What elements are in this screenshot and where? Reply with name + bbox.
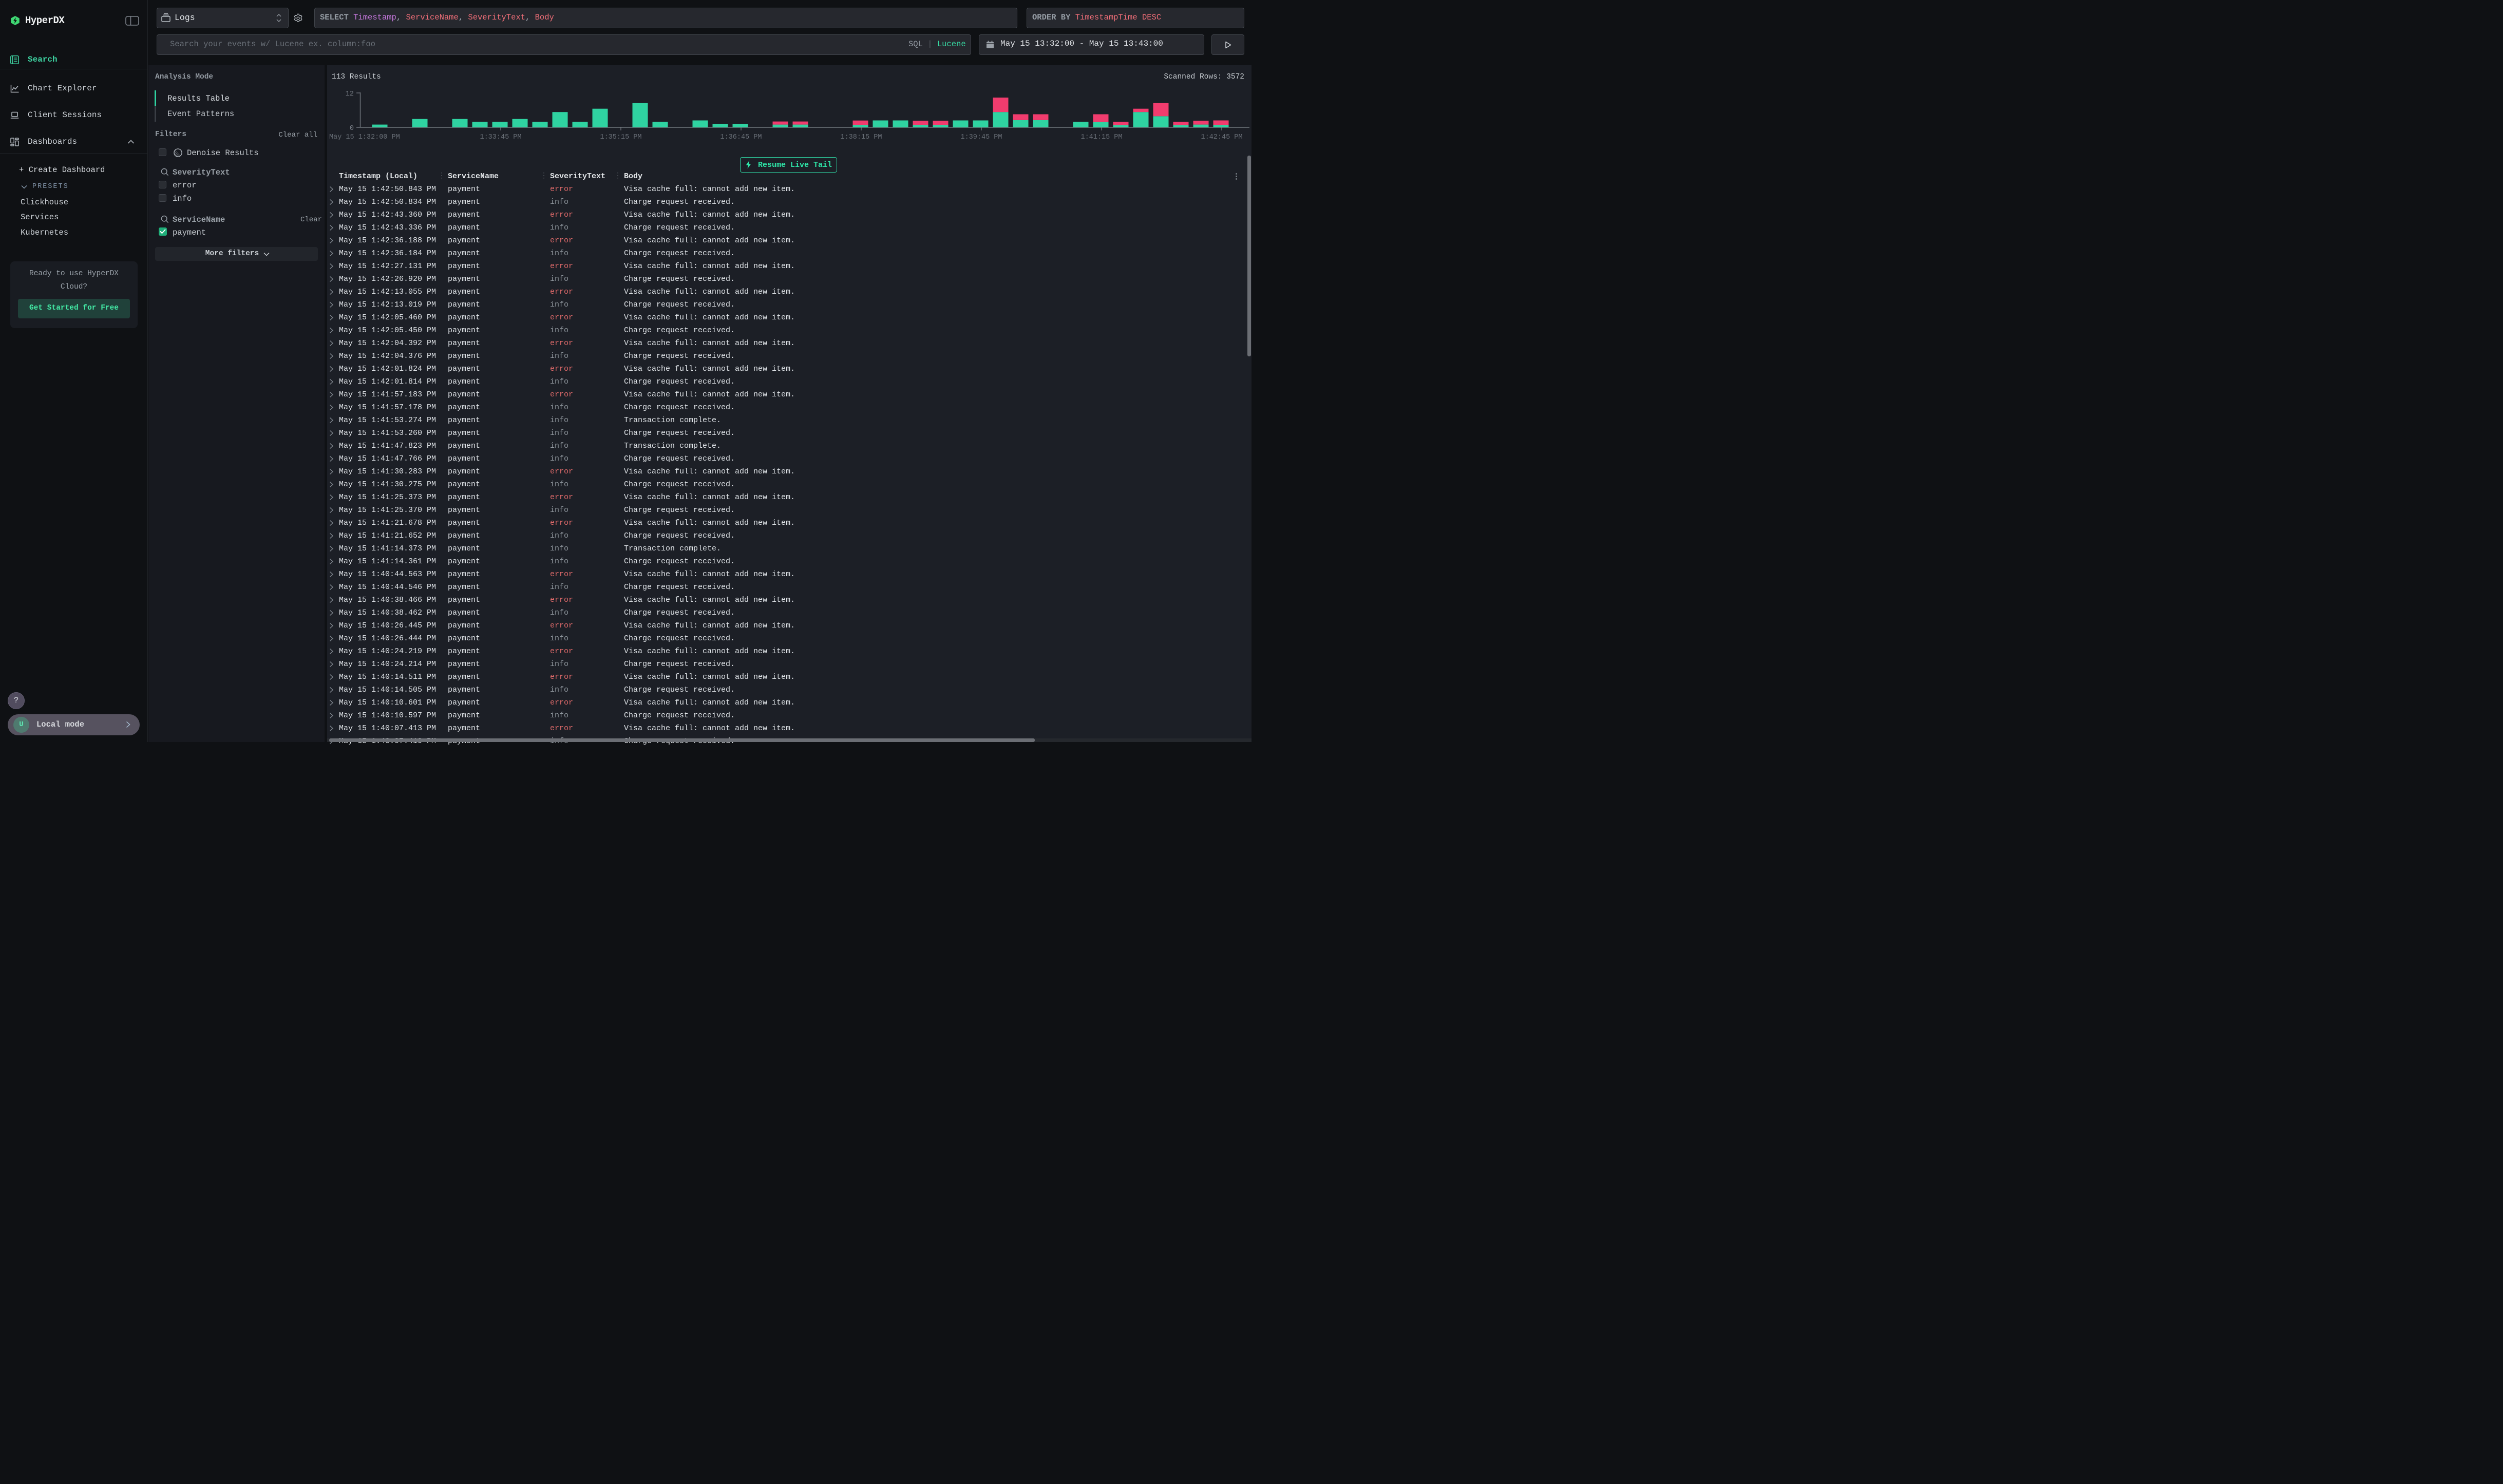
svg-text:1:33:45 PM: 1:33:45 PM — [480, 134, 521, 141]
svg-text:1:42:45 PM: 1:42:45 PM — [1201, 134, 1242, 141]
svg-text:May 15 1:32:00 PM: May 15 1:32:00 PM — [329, 134, 400, 141]
svg-text:12: 12 — [346, 90, 354, 98]
svg-text:0: 0 — [350, 125, 354, 132]
svg-text:1:36:45 PM: 1:36:45 PM — [720, 134, 762, 141]
svg-text:1:35:15 PM: 1:35:15 PM — [600, 134, 641, 141]
svg-text:1:41:15 PM: 1:41:15 PM — [1080, 134, 1122, 141]
svg-text:1:38:15 PM: 1:38:15 PM — [840, 134, 882, 141]
svg-text:1:39:45 PM: 1:39:45 PM — [960, 134, 1002, 141]
